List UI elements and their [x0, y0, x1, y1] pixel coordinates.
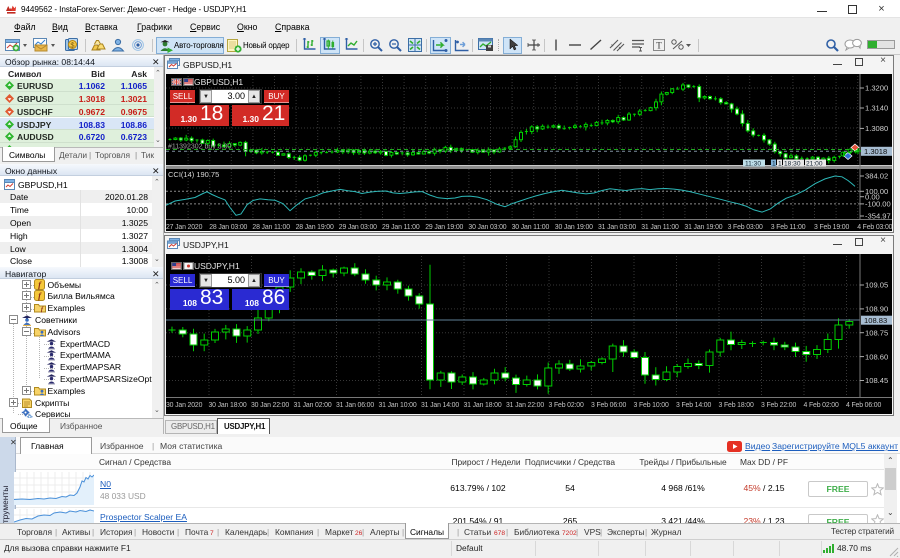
svg-text:108.83: 108.83: [864, 316, 887, 325]
svg-text:3 Feb 18:00: 3 Feb 18:00: [719, 402, 754, 409]
svg-text:1.3018: 1.3018: [864, 147, 887, 156]
svg-text:1: 1: [778, 161, 782, 168]
svg-text:384.02: 384.02: [865, 172, 888, 181]
svg-text:108.45: 108.45: [865, 376, 888, 385]
svg-text:USDJPY,H1: USDJPY,H1: [194, 261, 240, 271]
svg-text:18:30: 18:30: [784, 161, 801, 168]
svg-text:GBPUSD,H1: GBPUSD,H1: [194, 77, 243, 87]
svg-text:30 Jan 18:00: 30 Jan 18:00: [209, 402, 247, 409]
svg-text:108.90: 108.90: [865, 305, 888, 314]
svg-text:27 Jan 2020: 27 Jan 2020: [166, 224, 203, 231]
svg-text:30 Jan 03:00: 30 Jan 03:00: [468, 224, 506, 231]
svg-text:30 Jan 22:00: 30 Jan 22:00: [251, 402, 289, 409]
svg-text:31 Jan 03:00: 31 Jan 03:00: [598, 224, 636, 231]
svg-text:1.3200: 1.3200: [865, 84, 888, 93]
svg-text:31 Jan 14:00: 31 Jan 14:00: [421, 402, 459, 409]
svg-text:30 Jan 11:00: 30 Jan 11:00: [512, 224, 550, 231]
svg-text:28 Jan 19:00: 28 Jan 19:00: [296, 224, 334, 231]
svg-text:31 Jan 06:00: 31 Jan 06:00: [336, 402, 374, 409]
svg-text:3 Feb 14:00: 3 Feb 14:00: [676, 402, 711, 409]
svg-text:#11392302 buy 3.00: #11392302 buy 3.00: [168, 144, 231, 151]
svg-text:3 Feb 22:00: 3 Feb 22:00: [761, 402, 796, 409]
svg-text:30 Jan 2020: 30 Jan 2020: [166, 402, 203, 409]
svg-text:31 Jan 10:00: 31 Jan 10:00: [379, 402, 417, 409]
svg-text:1: 1: [772, 161, 776, 168]
svg-text:4 Feb 02:00: 4 Feb 02:00: [804, 402, 839, 409]
svg-text:31 Jan 11:00: 31 Jan 11:00: [641, 224, 679, 231]
svg-text:31 Jan 19:00: 31 Jan 19:00: [684, 224, 722, 231]
svg-text:108.75: 108.75: [865, 328, 888, 337]
svg-text:3 Feb 10:00: 3 Feb 10:00: [634, 402, 669, 409]
svg-text:109.05: 109.05: [865, 281, 888, 290]
svg-text:3 Feb 03:00: 3 Feb 03:00: [728, 224, 763, 231]
svg-text:31 Jan 22:00: 31 Jan 22:00: [506, 402, 544, 409]
svg-text:31 Jan 18:00: 31 Jan 18:00: [464, 402, 502, 409]
svg-text:29 Jan 03:00: 29 Jan 03:00: [339, 224, 377, 231]
svg-text:CCI(14) 190.75: CCI(14) 190.75: [168, 170, 219, 179]
svg-text:1.3080: 1.3080: [865, 124, 888, 133]
svg-text:3 Feb 02:00: 3 Feb 02:00: [549, 402, 584, 409]
svg-text:-354.97: -354.97: [865, 212, 891, 221]
svg-text:4 Feb 03:00: 4 Feb 03:00: [857, 224, 892, 231]
svg-text:T: T: [656, 41, 662, 51]
svg-text:31 Jan 02:00: 31 Jan 02:00: [294, 402, 332, 409]
svg-text:4 Feb 06:00: 4 Feb 06:00: [846, 402, 881, 409]
svg-text:21:00: 21:00: [806, 161, 823, 168]
svg-text:28 Jan 11:00: 28 Jan 11:00: [252, 224, 290, 231]
svg-text:30 Jan 19:00: 30 Jan 19:00: [555, 224, 593, 231]
svg-text:1.3140: 1.3140: [865, 104, 888, 113]
svg-text:28 Jan 03:00: 28 Jan 03:00: [209, 224, 247, 231]
svg-text:29 Jan 11:00: 29 Jan 11:00: [382, 224, 420, 231]
svg-text:3 Feb 19:00: 3 Feb 19:00: [814, 224, 849, 231]
svg-text:108.60: 108.60: [865, 352, 888, 361]
svg-text:3 Feb 06:00: 3 Feb 06:00: [591, 402, 626, 409]
svg-text:11:30: 11:30: [745, 161, 761, 168]
svg-text:3 Feb 11:00: 3 Feb 11:00: [771, 224, 806, 231]
svg-text:29 Jan 19:00: 29 Jan 19:00: [425, 224, 463, 231]
svg-text:-100.00: -100.00: [865, 200, 891, 209]
